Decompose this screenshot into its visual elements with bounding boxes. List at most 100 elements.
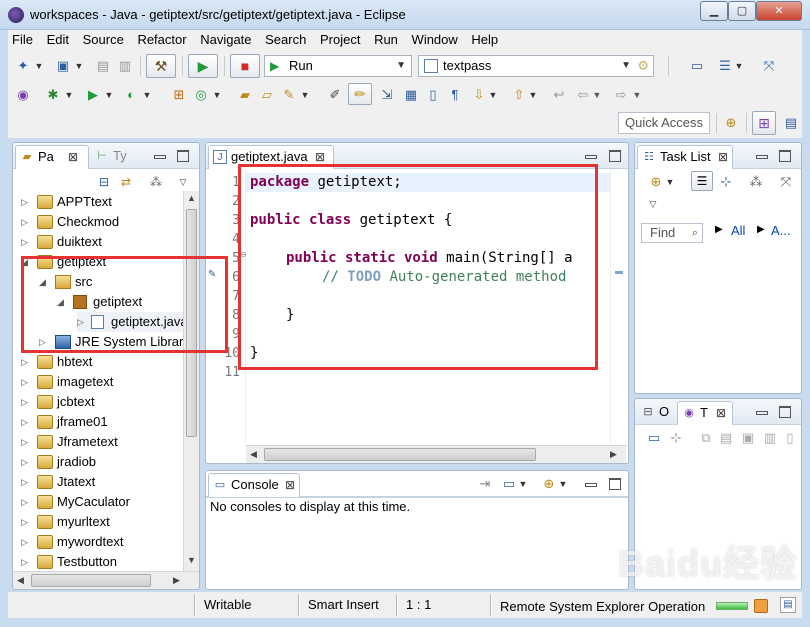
minimize-button[interactable]: ▁ [700, 1, 728, 21]
debug-dropdown-icon[interactable]: ▼ [64, 86, 74, 104]
show-whitespace-icon[interactable]: ▦ [402, 86, 420, 104]
progress-icon[interactable] [754, 599, 768, 613]
toggle-mark-icon[interactable]: ✐ [326, 86, 344, 104]
progress-view-icon[interactable]: ▤ [780, 597, 796, 613]
scrollbar-thumb[interactable] [31, 574, 151, 587]
minimize-view-icon[interactable] [584, 149, 597, 161]
expand-icon[interactable]: ▷ [21, 492, 31, 512]
editor-horizontal-scrollbar[interactable]: ◀ ▶ [246, 445, 626, 463]
view-menu-dropdown-icon[interactable]: ▽ [647, 195, 659, 213]
scheduled-icon[interactable]: ⊹ [717, 173, 735, 191]
paste-icon[interactable]: ▤ [717, 429, 735, 447]
link-editor-icon[interactable]: ⇄ [117, 173, 135, 191]
expand-icon[interactable]: ▷ [21, 232, 31, 252]
minimize-view-icon[interactable] [755, 149, 768, 161]
maximize-button[interactable]: ▢ [728, 1, 756, 21]
scroll-left-icon[interactable]: ◀ [250, 449, 257, 460]
previous-annotation-dropdown-icon[interactable]: ▼ [528, 86, 538, 104]
chevron-down-icon[interactable]: ▼ [621, 56, 631, 76]
close-button[interactable]: ✕ [756, 1, 802, 21]
search-dropdown-icon[interactable]: ▼ [300, 86, 310, 104]
new-repository-icon[interactable]: ▭ [645, 429, 663, 447]
scroll-up-icon[interactable]: ▲ [187, 193, 196, 203]
scroll-right-icon[interactable]: ▶ [173, 575, 180, 586]
next-edit-icon[interactable]: ⇲ [378, 86, 396, 104]
open-folder-icon[interactable]: ▱ [258, 86, 276, 104]
highlight-icon[interactable]: ✏ [348, 83, 372, 105]
horizontal-scrollbar[interactable]: ◀ ▶ [13, 571, 199, 589]
external-tools-dropdown-icon[interactable]: ▼ [212, 86, 222, 104]
minimize-view-icon[interactable] [153, 149, 166, 161]
repository-settings-icon[interactable]: ⊹ [667, 429, 685, 447]
run-list-icon[interactable]: ☰ [716, 57, 734, 75]
java-perspective-icon[interactable]: ⊞ [752, 111, 776, 135]
open-console-icon[interactable]: ⊕ [540, 475, 558, 493]
previous-annotation-icon[interactable]: ⇧ [510, 86, 528, 104]
task-annotation-marker[interactable] [615, 271, 623, 274]
coverage-icon[interactable]: ◐ [122, 86, 140, 104]
stop-icon[interactable]: ■ [230, 54, 260, 78]
vertical-scrollbar[interactable]: ▲ ▼ [183, 191, 199, 571]
tab-console[interactable]: ▭ Console ⊠ [208, 473, 300, 497]
new-task-dropdown-icon[interactable]: ▼ [665, 173, 675, 191]
new-package-icon[interactable]: ⊞ [170, 86, 188, 104]
next-annotation-icon[interactable]: ⇩ [470, 86, 488, 104]
search-icon[interactable]: ⌕ [692, 224, 698, 242]
new-class-icon[interactable]: ▣ [54, 57, 72, 75]
close-icon[interactable]: ⊠ [718, 146, 728, 168]
expand-icon[interactable]: ▷ [21, 532, 31, 552]
expand-icon[interactable]: ▷ [77, 312, 87, 332]
back-icon[interactable]: ⇦ [574, 86, 592, 104]
new-class-dropdown-icon[interactable]: ▼ [74, 57, 84, 75]
new-task-icon[interactable]: ⊕ [647, 173, 665, 191]
copy-icon[interactable]: ⧉ [697, 429, 715, 447]
scroll-left-icon[interactable]: ◀ [17, 575, 24, 586]
launch-target-combo[interactable]: textpass ▼ ⚙ [418, 55, 654, 77]
menu-refactor[interactable]: Refactor [133, 30, 190, 50]
tab-package-explorer[interactable]: ▰ Pa ⊠ [15, 145, 89, 169]
expand-icon[interactable]: ▷ [21, 192, 31, 212]
debug-perspective-icon[interactable]: ▤ [782, 114, 800, 132]
collapse-icon[interactable]: ◢ [21, 252, 31, 272]
monitor-icon[interactable]: ▭ [688, 57, 706, 75]
pilcrow-icon[interactable]: ¶ [446, 86, 464, 104]
maximize-view-icon[interactable] [778, 405, 791, 418]
back-dropdown-icon[interactable]: ▼ [592, 86, 602, 104]
menu-source[interactable]: Source [79, 30, 128, 50]
expand-icon[interactable]: ▷ [21, 552, 31, 572]
forward-dropdown-icon[interactable]: ▼ [632, 86, 642, 104]
run-dropdown-icon[interactable]: ▼ [104, 86, 114, 104]
progress-bar[interactable] [716, 602, 748, 610]
menu-search[interactable]: Search [261, 30, 310, 50]
menu-navigate[interactable]: Navigate [196, 30, 255, 50]
expand-icon[interactable]: ▷ [21, 392, 31, 412]
save-icon[interactable]: ▤ [94, 57, 112, 75]
display-console-icon[interactable]: ▭ [500, 475, 518, 493]
forward-icon[interactable]: ⇨ [612, 86, 630, 104]
expand-icon[interactable]: ▷ [21, 432, 31, 452]
run-icon[interactable]: ▶ [188, 54, 218, 78]
open-console-dropdown-icon[interactable]: ▼ [558, 475, 568, 493]
tab-task-repository[interactable]: ◉ T ⊠ [677, 401, 733, 425]
view-menu-icon[interactable]: ⁂ [147, 173, 165, 191]
run-list-dropdown-icon[interactable]: ▼ [734, 57, 744, 75]
tree-item-selected[interactable]: ▷ getiptext.java [77, 312, 185, 332]
gear-icon[interactable]: ⚙ [637, 56, 649, 76]
scroll-down-icon[interactable]: ▼ [187, 555, 196, 565]
expand-icon[interactable]: ▷ [21, 472, 31, 492]
run-config-combo[interactable]: ▶ Run ▼ [264, 55, 412, 77]
code-editor[interactable]: package getiptext; public class getiptex… [246, 169, 610, 443]
open-perspective-icon[interactable]: ⊕ [722, 114, 740, 132]
menu-file[interactable]: File [8, 30, 37, 50]
tab-task-list[interactable]: ☷ Task List ⊠ [637, 145, 733, 169]
find-task-input[interactable]: Find ⌕ [641, 223, 703, 243]
close-icon[interactable]: ⊠ [285, 474, 295, 496]
bug-icon[interactable]: ✱ [44, 86, 62, 104]
activate-task-link[interactable]: A... [771, 223, 791, 238]
quick-access-input[interactable]: Quick Access [618, 112, 710, 134]
view-menu-dropdown-icon[interactable]: ▽ [177, 173, 189, 191]
pin-icon[interactable]: ⤧ [760, 57, 778, 75]
expand-icon[interactable]: ▷ [39, 332, 49, 352]
save-all-icon[interactable]: ▥ [116, 57, 134, 75]
collapse-icon[interactable]: ◢ [39, 272, 49, 292]
